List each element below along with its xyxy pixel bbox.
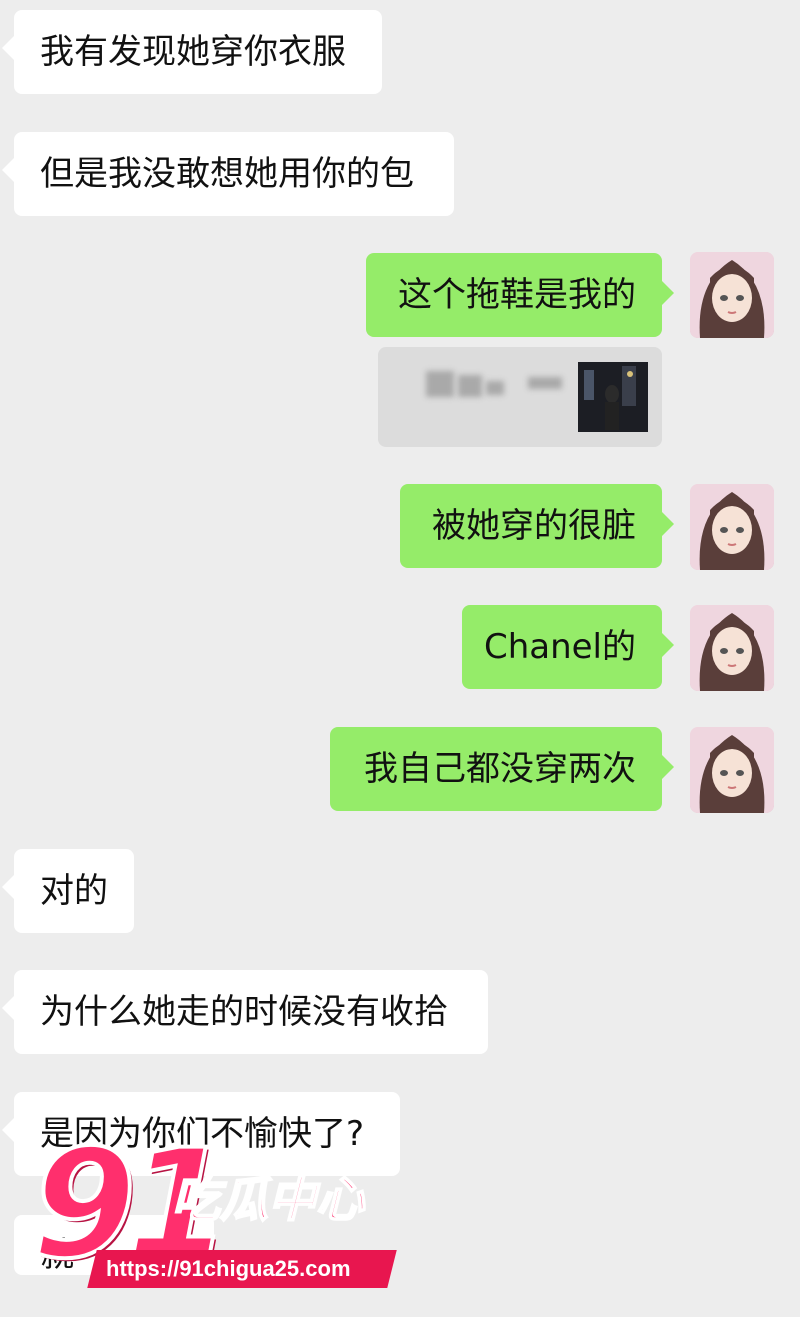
- watermark-logo: 91 吃瓜中心 https://91chigua25.com: [0, 1128, 420, 1317]
- anime-girl-avatar-icon: [690, 727, 774, 813]
- message-bubble-outgoing[interactable]: 被她穿的很脏: [400, 484, 674, 568]
- user-avatar[interactable]: [690, 727, 774, 813]
- message-bubble-incoming[interactable]: 为什么她走的时候没有收拾: [2, 970, 488, 1054]
- anime-girl-avatar-icon: [690, 252, 774, 338]
- blurred-text: [458, 375, 482, 397]
- anime-girl-avatar-icon: [690, 605, 774, 691]
- message-text: 被她穿的很脏: [432, 506, 636, 546]
- message-bubble-outgoing[interactable]: Chanel的: [462, 605, 674, 689]
- watermark-title: 吃瓜中心: [171, 1171, 365, 1229]
- message-text: 这个拖鞋是我的: [398, 275, 636, 315]
- anime-girl-avatar-icon: [690, 484, 774, 570]
- message-text: 我有发现她穿你衣服: [40, 32, 346, 72]
- message-text: Chanel的: [483, 627, 636, 667]
- watermark-url: https://91chigua25.com: [106, 1256, 351, 1281]
- blurred-text: [426, 371, 454, 397]
- message-bubble-incoming[interactable]: 对的: [2, 849, 134, 933]
- user-avatar[interactable]: [690, 484, 774, 570]
- message-bubble-incoming[interactable]: 我有发现她穿你衣服: [2, 10, 382, 94]
- message-bubble-outgoing[interactable]: 这个拖鞋是我的: [366, 253, 674, 337]
- quoted-image-thumbnail[interactable]: [578, 362, 648, 432]
- blurred-text: [528, 377, 562, 389]
- message-text: 对的: [40, 871, 108, 911]
- photo-icon: [578, 362, 648, 432]
- message-text: 我自己都没穿两次: [364, 749, 636, 789]
- message-bubble-outgoing[interactable]: 我自己都没穿两次: [330, 727, 674, 811]
- message-bubble-incoming[interactable]: 但是我没敢想她用你的包: [2, 132, 454, 216]
- message-text: 为什么她走的时候没有收拾: [40, 992, 448, 1032]
- blurred-text: [486, 381, 504, 395]
- message-text: 但是我没敢想她用你的包: [40, 154, 414, 194]
- watermark-url-banner: https://91chigua25.com: [87, 1250, 397, 1288]
- user-avatar[interactable]: [690, 252, 774, 338]
- user-avatar[interactable]: [690, 605, 774, 691]
